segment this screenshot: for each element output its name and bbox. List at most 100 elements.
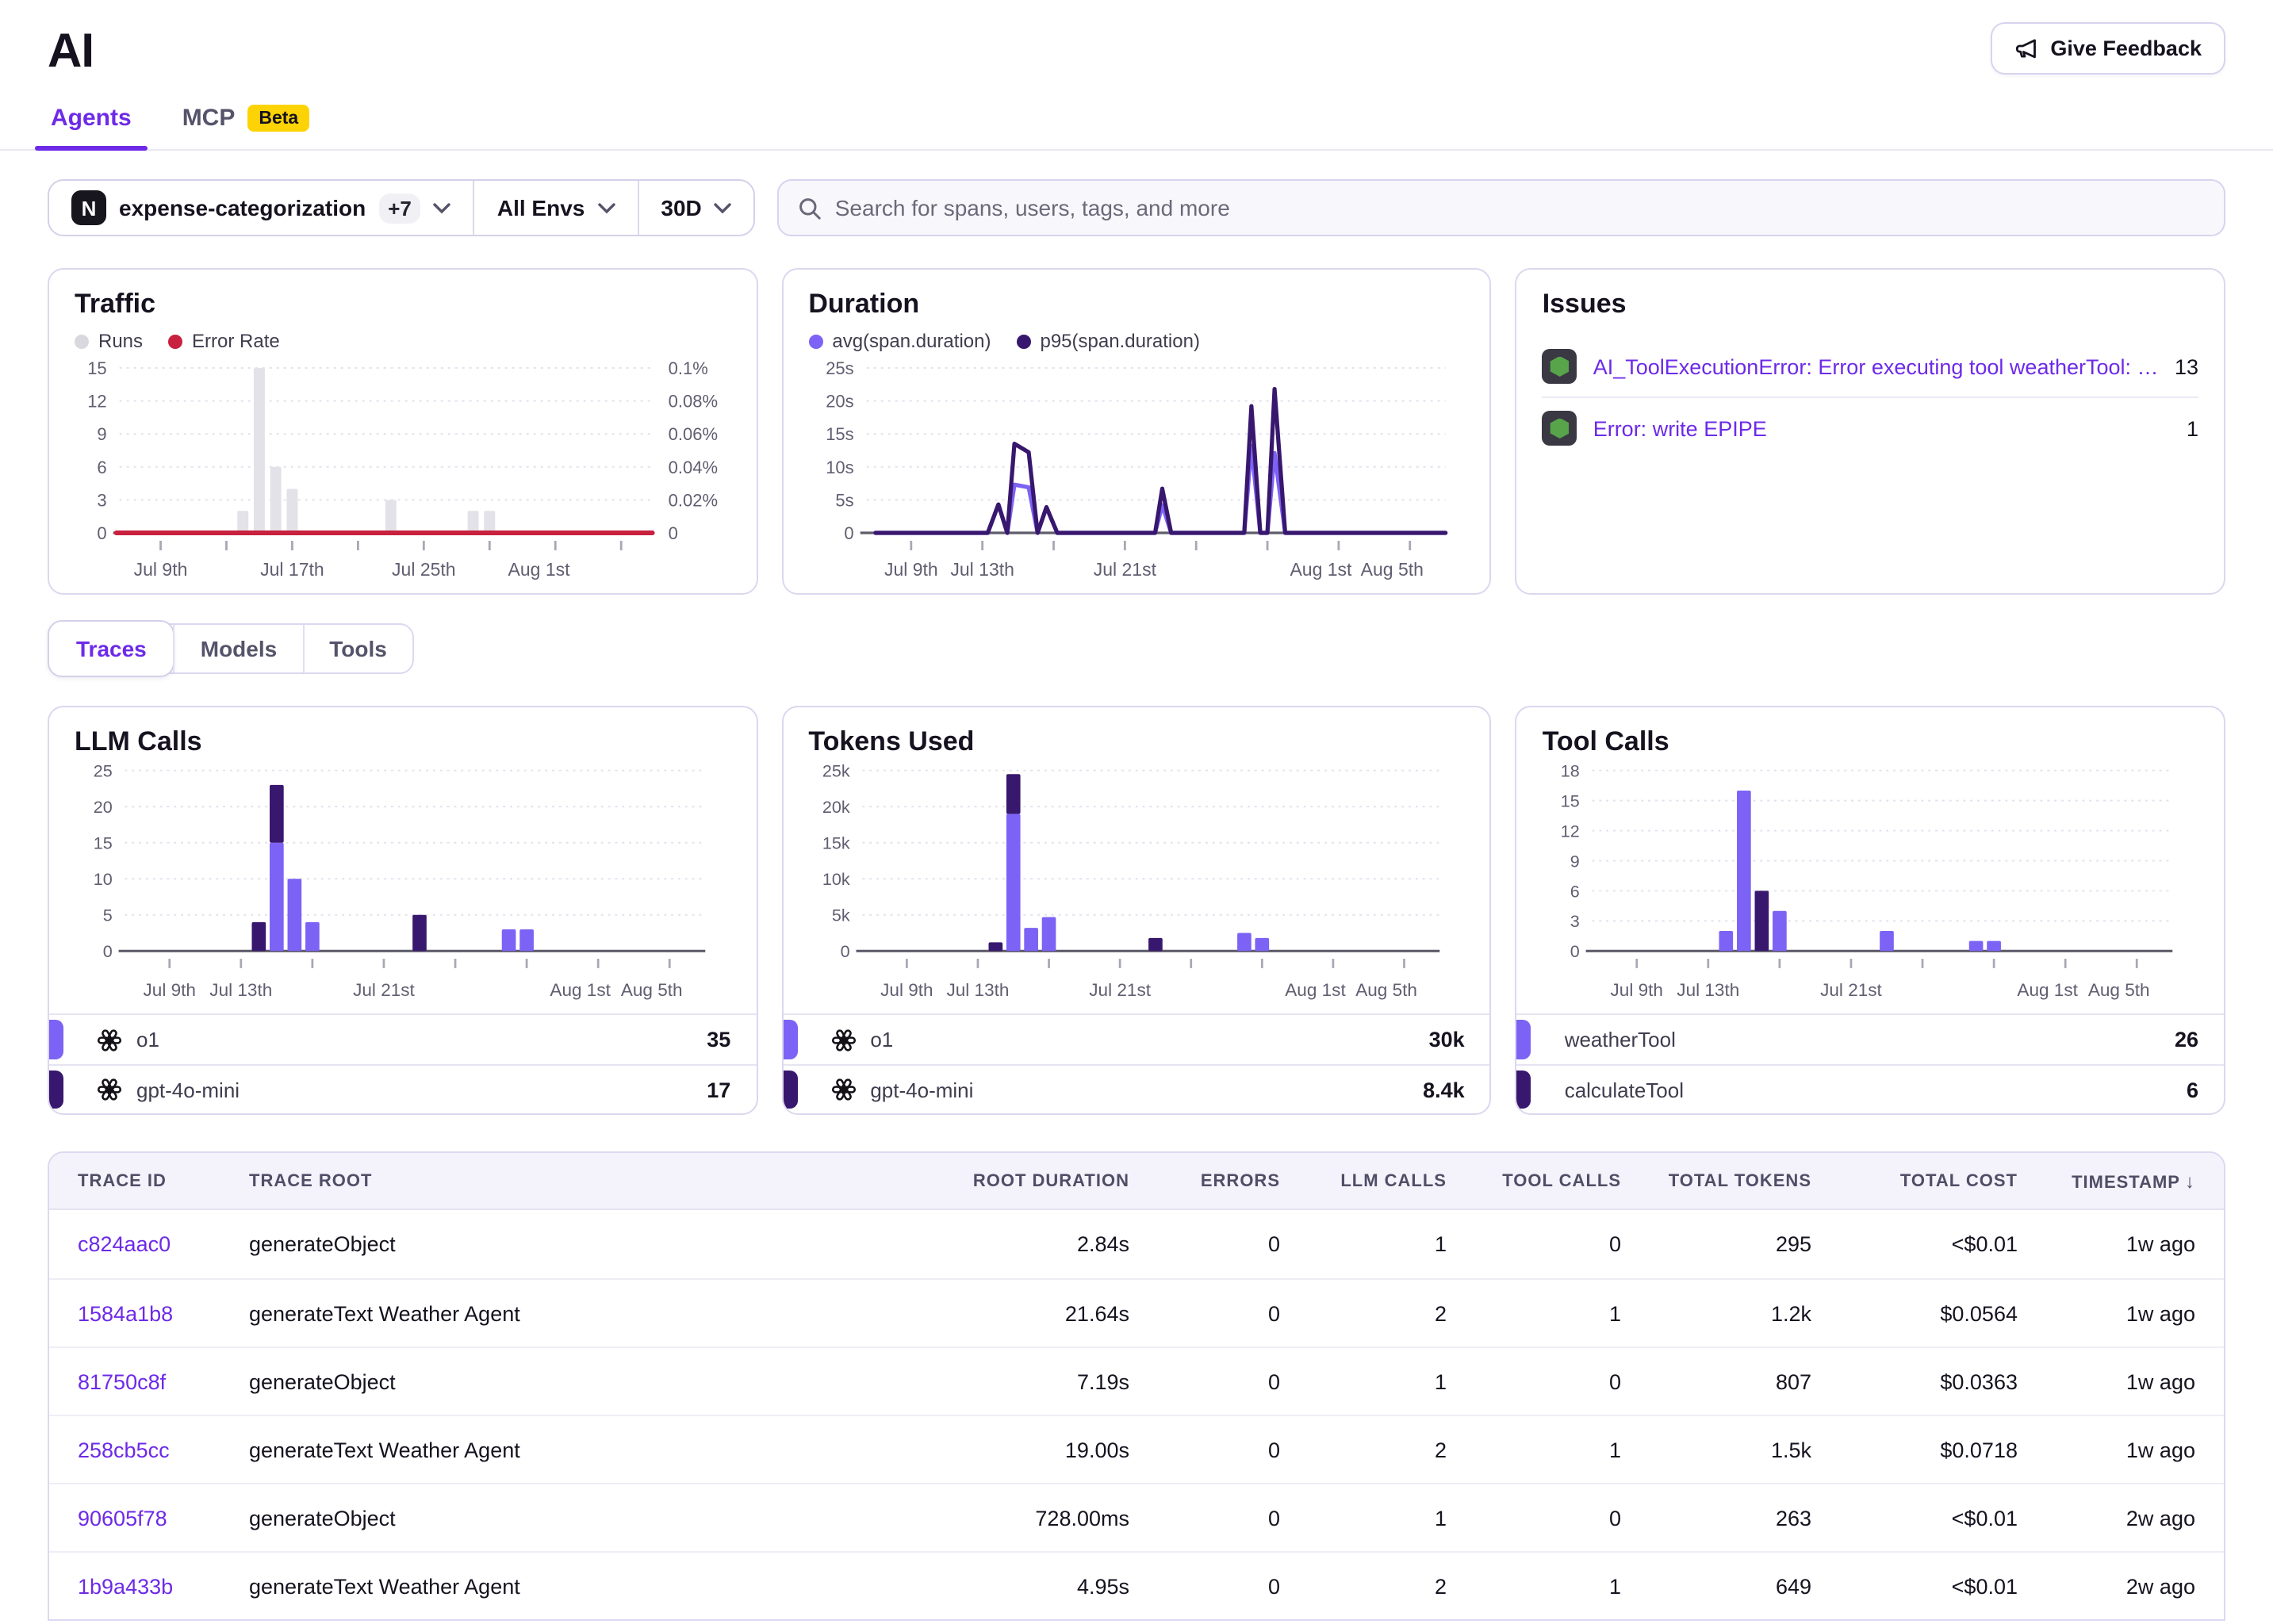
subtab-tools[interactable]: Tools xyxy=(302,625,412,672)
cell-timestamp[interactable]: 1w ago xyxy=(2018,1232,2195,1256)
col-total-cost[interactable]: TOTAL COST xyxy=(1811,1171,2018,1190)
tokens_used-bar-o1 xyxy=(1255,938,1269,951)
header: AI Give Feedback Agents MCP Beta xyxy=(0,0,2273,151)
cell-timestamp[interactable]: 2w ago xyxy=(2018,1506,2195,1530)
svg-text:9: 9 xyxy=(1570,851,1580,871)
cell-trace-id[interactable]: 1584a1b8 xyxy=(78,1301,249,1325)
col-llm-calls[interactable]: LLM CALLS xyxy=(1280,1171,1447,1190)
duration-svg: 05s10s15s20s25sJul 9thJul 13thJul 21stAu… xyxy=(808,352,1464,584)
beta-badge: Beta xyxy=(247,105,309,132)
col-trace-root[interactable]: TRACE ROOT xyxy=(249,1171,876,1190)
project-selector[interactable]: N expense-categorization +7 xyxy=(49,181,473,235)
svg-text:3: 3 xyxy=(97,490,106,510)
col-errors[interactable]: ERRORS xyxy=(1129,1171,1280,1190)
col-timestamp[interactable]: TIMESTAMP↓ xyxy=(2018,1170,2195,1192)
table-row[interactable]: 90605f78generateObject728.00ms010263<$0.… xyxy=(49,1483,2224,1551)
date-range-selector[interactable]: 30D xyxy=(637,181,753,235)
svg-text:Aug 1st: Aug 1st xyxy=(1285,980,1346,1000)
tokens_used-bar-gpt-4o-mini xyxy=(1006,774,1020,814)
traces-table: TRACE ID TRACE ROOT ROOT DURATION ERRORS… xyxy=(48,1151,2225,1621)
table-row[interactable]: 81750c8fgenerateObject7.19s010807$0.0363… xyxy=(49,1346,2224,1415)
svg-text:Aug 5th: Aug 5th xyxy=(1360,559,1423,580)
cell-trace-id[interactable]: 258cb5cc xyxy=(78,1438,249,1461)
series-label: o1 xyxy=(870,1028,1414,1051)
svg-text:Jul 13th: Jul 13th xyxy=(946,980,1009,1000)
cell-errors: 0 xyxy=(1129,1506,1280,1530)
page-title: AI xyxy=(0,0,2273,79)
col-trace-id[interactable]: TRACE ID xyxy=(78,1171,249,1190)
cell-timestamp[interactable]: 1w ago xyxy=(2018,1369,2195,1393)
issue-row: Error: write EPIPE 1 xyxy=(1543,396,2198,458)
p95-dot xyxy=(1016,334,1030,348)
svg-text:20k: 20k xyxy=(822,797,849,817)
llm_calls-bar-gpt-4o-mini xyxy=(412,915,427,952)
openai-icon xyxy=(97,1077,122,1102)
col-tool-calls[interactable]: TOOL CALLS xyxy=(1447,1171,1621,1190)
legend-row-calculateTool[interactable]: calculateTool6 xyxy=(1517,1064,2224,1113)
tab-mcp-label: MCP xyxy=(182,105,236,132)
series-label: gpt-4o-mini xyxy=(870,1078,1409,1101)
tool-calls-title: Tool Calls xyxy=(1543,726,2198,758)
env-label: All Envs xyxy=(497,195,585,220)
tool_calls-svg: 0369121518Jul 9thJul 13thJul 21stAug 1st… xyxy=(1543,758,2198,1004)
issue-link[interactable]: Error: write EPIPE xyxy=(1593,416,2171,440)
tab-agents-label: Agents xyxy=(51,105,132,132)
llm_calls-bar-o1 xyxy=(305,922,320,951)
cell-root-duration: 21.64s xyxy=(876,1301,1129,1325)
svg-text:18: 18 xyxy=(1561,761,1580,781)
subtab-traces[interactable]: Traces xyxy=(48,620,175,677)
svg-text:15s: 15s xyxy=(826,424,853,444)
legend-row-gpt-4o-mini[interactable]: gpt-4o-mini8.4k xyxy=(783,1064,1489,1113)
llm_calls-bar-o1 xyxy=(270,843,284,952)
cell-timestamp[interactable]: 2w ago xyxy=(2018,1574,2195,1598)
cell-trace-root: generateText Weather Agent xyxy=(249,1438,876,1461)
cell-total-cost: <$0.01 xyxy=(1811,1232,2018,1256)
col-total-tokens[interactable]: TOTAL TOKENS xyxy=(1621,1171,1811,1190)
env-selector[interactable]: All Envs xyxy=(473,181,638,235)
svg-text:20s: 20s xyxy=(826,392,853,412)
tab-agents[interactable]: Agents xyxy=(48,105,135,149)
cell-trace-id[interactable]: 90605f78 xyxy=(78,1506,249,1530)
give-feedback-button[interactable]: Give Feedback xyxy=(1990,22,2225,75)
traffic-bar xyxy=(270,467,282,533)
cell-tool-calls: 1 xyxy=(1447,1438,1621,1461)
tokens-used-totals: o130kgpt-4o-mini8.4k xyxy=(783,1013,1489,1113)
table-row[interactable]: 1b9a433bgenerateText Weather Agent4.95s0… xyxy=(49,1551,2224,1619)
table-row[interactable]: 1584a1b8generateText Weather Agent21.64s… xyxy=(49,1278,2224,1346)
series-total: 35 xyxy=(707,1028,730,1051)
svg-text:12: 12 xyxy=(1561,821,1580,841)
traffic-legend: Runs Error Rate xyxy=(75,330,730,352)
svg-text:25k: 25k xyxy=(822,761,849,781)
cell-trace-id[interactable]: 81750c8f xyxy=(78,1369,249,1393)
col-root-duration[interactable]: ROOT DURATION xyxy=(876,1171,1129,1190)
svg-text:Jul 13th: Jul 13th xyxy=(1677,980,1740,1000)
table-row[interactable]: c824aac0generateObject2.84s010295<$0.011… xyxy=(49,1210,2224,1278)
svg-text:Aug 5th: Aug 5th xyxy=(2089,980,2151,1000)
search-input[interactable] xyxy=(835,195,2205,220)
llm-calls-totals: o135gpt-4o-mini17 xyxy=(49,1013,756,1113)
series-label: weatherTool xyxy=(1565,1028,2160,1051)
legend-row-gpt-4o-mini[interactable]: gpt-4o-mini17 xyxy=(49,1064,756,1113)
traffic-bar xyxy=(286,489,297,533)
cell-total-tokens: 263 xyxy=(1621,1506,1811,1530)
cell-trace-id[interactable]: 1b9a433b xyxy=(78,1574,249,1598)
chevron-down-icon xyxy=(434,202,451,213)
svg-text:Aug 5th: Aug 5th xyxy=(1355,980,1417,1000)
cell-trace-id[interactable]: c824aac0 xyxy=(78,1232,249,1256)
cell-total-tokens: 1.5k xyxy=(1621,1438,1811,1461)
legend-row-o1[interactable]: o130k xyxy=(783,1015,1489,1064)
svg-text:0: 0 xyxy=(669,523,678,543)
issue-link[interactable]: AI_ToolExecutionError: Error executing t… xyxy=(1593,354,2159,378)
svg-text:Aug 1st: Aug 1st xyxy=(550,980,611,1000)
svg-text:9: 9 xyxy=(97,424,106,444)
search-bar[interactable] xyxy=(778,179,2225,236)
table-row[interactable]: 258cb5ccgenerateText Weather Agent19.00s… xyxy=(49,1415,2224,1483)
tab-mcp[interactable]: MCP Beta xyxy=(179,105,313,149)
subtab-models[interactable]: Models xyxy=(174,625,302,672)
legend-row-weatherTool[interactable]: weatherTool26 xyxy=(1517,1015,2224,1064)
tool_calls-bar-weatherTool xyxy=(1880,931,1895,951)
cell-timestamp[interactable]: 1w ago xyxy=(2018,1301,2195,1325)
cell-tool-calls: 0 xyxy=(1447,1506,1621,1530)
cell-timestamp[interactable]: 1w ago xyxy=(2018,1438,2195,1461)
legend-row-o1[interactable]: o135 xyxy=(49,1015,756,1064)
